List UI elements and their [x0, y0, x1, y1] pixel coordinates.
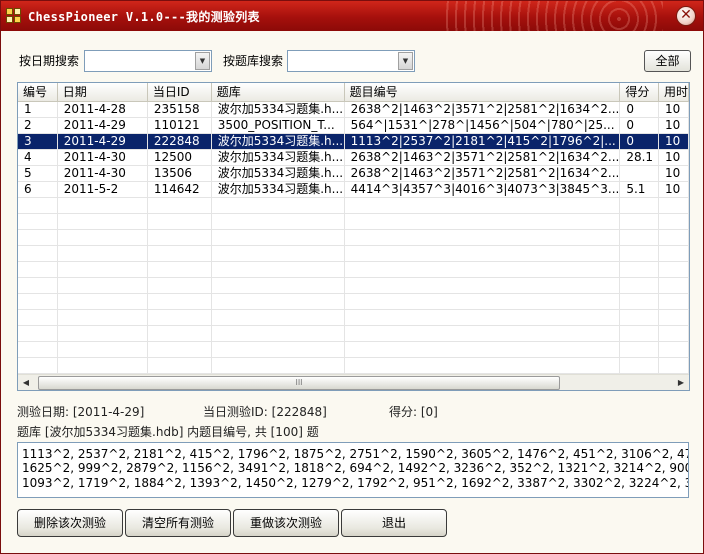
chevron-down-icon[interactable]: ▼ [398, 52, 413, 70]
empty-row [18, 309, 689, 326]
test-table: 编号 日期 当日ID 题库 题目编号 得分 用时 1 2011-4-28 235… [18, 83, 689, 390]
cell-score: 0 [619, 101, 659, 118]
cell-no: 2 [18, 117, 58, 134]
cell-questions: 2638^2|1463^2|3571^2|2581^2|1634^2... [344, 165, 621, 182]
cell-no: 4 [18, 149, 58, 166]
cell-score: 5.1 [619, 181, 659, 198]
cell-date: 2011-4-30 [57, 149, 148, 166]
cell-bank: 波尔加5334习题集.h... [211, 181, 345, 198]
col-header-score[interactable]: 得分 [619, 83, 659, 102]
cell-date: 2011-4-28 [57, 101, 148, 118]
cell-day-id: 110121 [147, 117, 212, 134]
cell-no: 1 [18, 101, 58, 118]
exit-button[interactable]: 退出 [341, 509, 447, 537]
col-header-date[interactable]: 日期 [57, 83, 148, 102]
cell-day-id: 235158 [147, 101, 212, 118]
empty-row [18, 293, 689, 310]
clear-all-tests-button[interactable]: 清空所有测验 [125, 509, 231, 537]
test-day-id-info: 当日测验ID: [222848] [203, 405, 327, 419]
empty-row [18, 357, 689, 374]
cell-time: 10 [658, 165, 689, 182]
date-search-combo[interactable]: ▼ [84, 50, 212, 72]
cell-score: 0 [619, 117, 659, 134]
cell-no: 3 [18, 133, 58, 150]
table-row[interactable]: 6 2011-5-2 114642 波尔加5334习题集.h... 4414^3… [18, 181, 689, 198]
table-row[interactable]: 4 2011-4-30 12500 波尔加5334习题集.h... 2638^2… [18, 149, 689, 166]
col-header-day-id[interactable]: 当日ID [147, 83, 212, 102]
cell-bank: 波尔加5334习题集.h... [211, 133, 345, 150]
table-row[interactable]: 2 2011-4-29 110121 3500_POSITION_T... 56… [18, 117, 689, 134]
cell-bank: 波尔加5334习题集.h... [211, 165, 345, 182]
cell-day-id: 12500 [147, 149, 212, 166]
col-header-questions[interactable]: 题目编号 [344, 83, 621, 102]
cell-time: 10 [658, 117, 689, 134]
window-title: ChessPioneer V.1.0---我的测验列表 [28, 10, 260, 24]
bank-search-combo[interactable]: ▼ [287, 50, 415, 72]
close-icon[interactable]: ✕ [676, 6, 696, 26]
cell-no: 5 [18, 165, 58, 182]
empty-row [18, 245, 689, 262]
cell-bank: 3500_POSITION_T... [211, 117, 345, 134]
empty-row [18, 197, 689, 214]
test-list-window: ChessPioneer V.1.0---我的测验列表 ✕ 按日期搜索 ▼ 按题… [0, 0, 704, 554]
empty-row [18, 341, 689, 358]
delete-test-button[interactable]: 删除该次测验 [17, 509, 123, 537]
col-header-time[interactable]: 用时 [658, 83, 689, 102]
cell-date: 2011-4-30 [57, 165, 148, 182]
scroll-right-icon[interactable]: ▶ [673, 375, 689, 391]
cell-day-id: 13506 [147, 165, 212, 182]
table-row-selected[interactable]: 3 2011-4-29 222848 波尔加5334习题集.h... 1113^… [18, 133, 689, 150]
empty-row [18, 277, 689, 294]
show-all-button[interactable]: 全部 [644, 50, 691, 72]
empty-row [18, 261, 689, 278]
scroll-thumb[interactable]: III [38, 376, 560, 390]
horizontal-scrollbar[interactable]: ◀ III ▶ [18, 374, 689, 390]
cell-time: 10 [658, 181, 689, 198]
title-bar-pattern [443, 1, 663, 31]
empty-row [18, 229, 689, 246]
question-line: 1113^2, 2537^2, 2181^2, 415^2, 1796^2, 1… [22, 447, 689, 461]
question-line: 1625^2, 999^2, 2879^2, 1156^2, 3491^2, 1… [22, 461, 689, 476]
cell-day-id: 222848 [147, 133, 212, 150]
cell-date: 2011-5-2 [57, 181, 148, 198]
empty-row [18, 213, 689, 230]
test-score-info: 得分: [0] [389, 405, 438, 419]
col-header-bank[interactable]: 题库 [211, 83, 345, 102]
title-bar[interactable]: ChessPioneer V.1.0---我的测验列表 ✕ [1, 1, 703, 31]
scroll-left-icon[interactable]: ◀ [18, 375, 34, 391]
cell-score: 28.1 [619, 149, 659, 166]
col-header-no[interactable]: 编号 [18, 83, 58, 102]
table-row[interactable]: 5 2011-4-30 13506 波尔加5334习题集.h... 2638^2… [18, 165, 689, 182]
question-bank-info: 题库 [波尔加5334习题集.hdb] 内题目编号, 共 [100] 题 [17, 425, 319, 439]
cell-day-id: 114642 [147, 181, 212, 198]
cell-score: 0 [619, 133, 659, 150]
question-line: 1093^2, 1719^2, 1884^2, 1393^2, 1450^2, … [22, 475, 689, 490]
cell-score [619, 165, 659, 182]
cell-questions: 2638^2|1463^2|3571^2|2581^2|1634^2... [344, 149, 621, 166]
empty-row [18, 325, 689, 342]
cell-time: 10 [658, 149, 689, 166]
test-date-info: 测验日期: [2011-4-29] [17, 405, 145, 419]
table-row[interactable]: 1 2011-4-28 235158 波尔加5334习题集.h... 2638^… [18, 101, 689, 118]
test-list-grid[interactable]: 编号 日期 当日ID 题库 题目编号 得分 用时 1 2011-4-28 235… [17, 82, 690, 391]
cell-no: 6 [18, 181, 58, 198]
cell-time: 10 [658, 101, 689, 118]
cell-date: 2011-4-29 [57, 117, 148, 134]
question-list-textarea[interactable]: 1113^2, 2537^2, 2181^2, 415^2, 1796^2, 1… [17, 442, 689, 498]
redo-test-button[interactable]: 重做该次测验 [233, 509, 339, 537]
app-icon [6, 8, 22, 24]
cell-questions: 564^|1531^|278^|1456^|504^|780^|25... [344, 117, 621, 134]
bank-search-label: 按题库搜索 [223, 54, 284, 68]
chevron-down-icon[interactable]: ▼ [195, 52, 210, 70]
cell-questions: 2638^2|1463^2|3571^2|2581^2|1634^2... [344, 101, 621, 118]
cell-bank: 波尔加5334习题集.h... [211, 149, 345, 166]
cell-questions: 1113^2|2537^2|2181^2|415^2|1796^2|... [344, 133, 621, 150]
cell-date: 2011-4-29 [57, 133, 148, 150]
cell-time: 10 [658, 133, 689, 150]
cell-bank: 波尔加5334习题集.h... [211, 101, 345, 118]
table-header: 编号 日期 当日ID 题库 题目编号 得分 用时 [18, 83, 689, 102]
date-search-label: 按日期搜索 [19, 54, 80, 68]
cell-questions: 4414^3|4357^3|4016^3|4073^3|3845^3... [344, 181, 621, 198]
